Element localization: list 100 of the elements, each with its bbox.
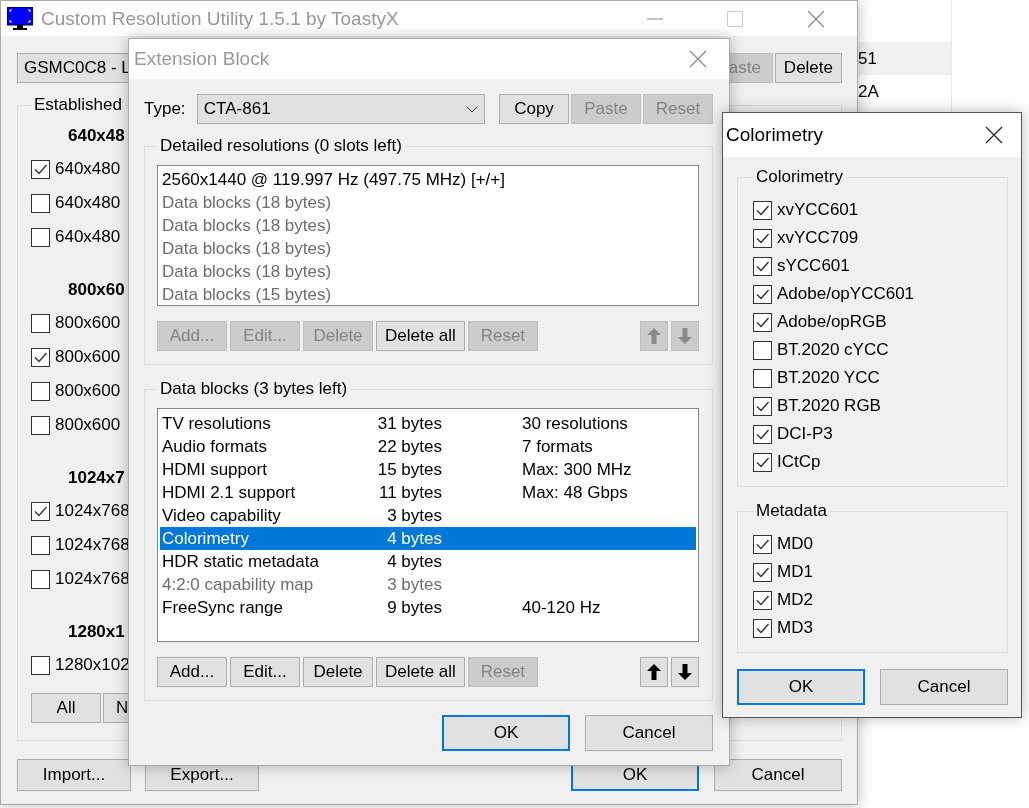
close-icon[interactable]	[985, 126, 1003, 144]
checkbox[interactable]	[753, 618, 772, 638]
checkbox-label: ICtCp	[777, 452, 821, 472]
data-block-row[interactable]: HDMI support 15 bytes Max: 300 MHz	[160, 458, 696, 481]
checkbox[interactable]	[753, 590, 772, 610]
checkbox[interactable]	[31, 227, 50, 247]
window-title: Colorimetry	[726, 124, 824, 146]
block-size: 9 bytes	[387, 598, 442, 617]
type-dropdown[interactable]: CTA-861	[196, 94, 486, 124]
block-name: Colorimetry	[162, 529, 249, 548]
block-name: FreeSync range	[162, 598, 283, 617]
arrow-up-icon	[647, 328, 661, 344]
edit-button[interactable]: Edit...	[230, 657, 300, 687]
delete-all-button[interactable]: Delete all	[376, 657, 465, 687]
block-info: Max: 48 Gbps	[522, 482, 628, 504]
section-heading: 1280x1	[68, 622, 125, 641]
checkbox[interactable]	[753, 562, 772, 582]
data-block-row[interactable]: Colorimetry 4 bytes	[160, 527, 696, 550]
block-size: 31 bytes	[377, 414, 442, 433]
checkbox-label: MD1	[777, 562, 813, 582]
list-item[interactable]: 2560x1440 @ 119.997 Hz (497.75 MHz) [+/+]	[160, 168, 696, 191]
copy-button[interactable]: Copy	[499, 94, 569, 124]
checkbox[interactable]	[31, 381, 50, 401]
window-title: Custom Resolution Utility 1.5.1 by ToastyX	[41, 7, 399, 30]
checkbox-label: 800x600	[55, 381, 121, 401]
checkbox-label: 1280x102	[55, 655, 130, 675]
checkbox[interactable]	[753, 312, 772, 332]
checkbox[interactable]	[753, 396, 772, 416]
checkbox[interactable]	[753, 284, 772, 304]
block-info: 40-120 Hz	[522, 597, 601, 619]
data-block-row[interactable]: FreeSync range 9 bytes 40-120 Hz	[160, 596, 696, 619]
move-down-button[interactable]	[671, 657, 699, 687]
checkbox-label: 800x600	[55, 347, 121, 367]
section-heading: 640x48	[68, 126, 125, 145]
list-item[interactable]: 51	[858, 42, 951, 75]
ok-button[interactable]: OK	[737, 669, 865, 705]
block-size: 4 bytes	[387, 552, 442, 571]
checkbox[interactable]	[753, 340, 772, 360]
type-label: Type:	[144, 99, 187, 119]
checkbox-label: BT.2020 cYCC	[777, 340, 889, 360]
checkbox[interactable]	[753, 534, 772, 554]
block-name: HDR static metadata	[162, 552, 319, 571]
checkbox-label: sYCC601	[777, 256, 850, 276]
checkbox-label: MD2	[777, 590, 813, 610]
delete-button[interactable]: Delete	[303, 657, 373, 687]
checkbox[interactable]	[753, 256, 772, 276]
all-button[interactable]: All	[31, 693, 101, 723]
delete-button[interactable]: Delete	[774, 53, 842, 83]
cancel-button[interactable]: Cancel	[880, 669, 1008, 705]
checkbox[interactable]	[31, 501, 50, 521]
checkbox[interactable]	[31, 159, 50, 179]
checkbox-label: BT.2020 YCC	[777, 368, 880, 388]
move-up-button[interactable]	[640, 657, 668, 687]
data-block-row[interactable]: Video capability 3 bytes	[160, 504, 696, 527]
checkbox[interactable]	[753, 200, 772, 220]
checkbox[interactable]	[753, 228, 772, 248]
import-button[interactable]: Import...	[17, 759, 131, 791]
group-title: Detailed resolutions (0 slots left)	[159, 136, 403, 156]
checkbox-label: DCI-P3	[777, 424, 833, 444]
monitor-icon	[7, 6, 33, 31]
checkbox-label: 640x480	[55, 227, 121, 247]
delete-all-button[interactable]: Delete all	[376, 321, 465, 351]
checkbox[interactable]	[31, 313, 50, 333]
checkbox[interactable]	[31, 535, 50, 555]
list-item[interactable]: 2A	[858, 75, 951, 108]
data-block-row[interactable]: Audio formats 22 bytes 7 formats	[160, 435, 696, 458]
section-heading: 1024x7	[68, 468, 125, 487]
group-title: Colorimetry	[755, 167, 844, 187]
add-button[interactable]: Add...	[157, 657, 227, 687]
arrow-up-icon	[647, 664, 661, 680]
group-title: Metadata	[755, 501, 828, 521]
block-name: Video capability	[162, 506, 281, 525]
cancel-button[interactable]: Cancel	[585, 715, 713, 751]
checkbox[interactable]	[31, 655, 50, 675]
arrow-down-icon	[678, 328, 692, 344]
checkbox-label: MD0	[777, 534, 813, 554]
block-size: 4 bytes	[387, 529, 442, 548]
data-block-row[interactable]: HDR static metadata 4 bytes	[160, 550, 696, 573]
checkbox[interactable]	[753, 424, 772, 444]
checkbox[interactable]	[31, 347, 50, 367]
checkbox-label: 800x600	[55, 313, 121, 333]
block-name: 4:2:0 capability map	[162, 575, 314, 594]
checkbox[interactable]	[31, 193, 50, 213]
block-size: 3 bytes	[387, 575, 442, 594]
checkbox[interactable]	[753, 452, 772, 472]
group-title: Established	[33, 95, 123, 115]
block-info: 30 resolutions	[522, 413, 628, 435]
checkbox[interactable]	[31, 569, 50, 589]
checkbox-label: xvYCC709	[777, 228, 859, 248]
block-info: 7 formats	[522, 436, 593, 458]
data-block-row[interactable]: HDMI 2.1 support 11 bytes Max: 48 Gbps	[160, 481, 696, 504]
checkbox[interactable]	[753, 368, 772, 388]
checkbox-label: xvYCC601	[777, 200, 859, 220]
checkbox-label: 640x480	[55, 193, 121, 213]
ok-button[interactable]: OK	[442, 715, 570, 751]
section-heading: 800x60	[68, 280, 125, 299]
checkbox-label: 1024x768	[55, 501, 130, 521]
data-block-row[interactable]: TV resolutions 31 bytes 30 resolutions	[160, 412, 696, 435]
checkbox[interactable]	[31, 415, 50, 435]
cancel-button[interactable]: Cancel	[714, 759, 842, 791]
